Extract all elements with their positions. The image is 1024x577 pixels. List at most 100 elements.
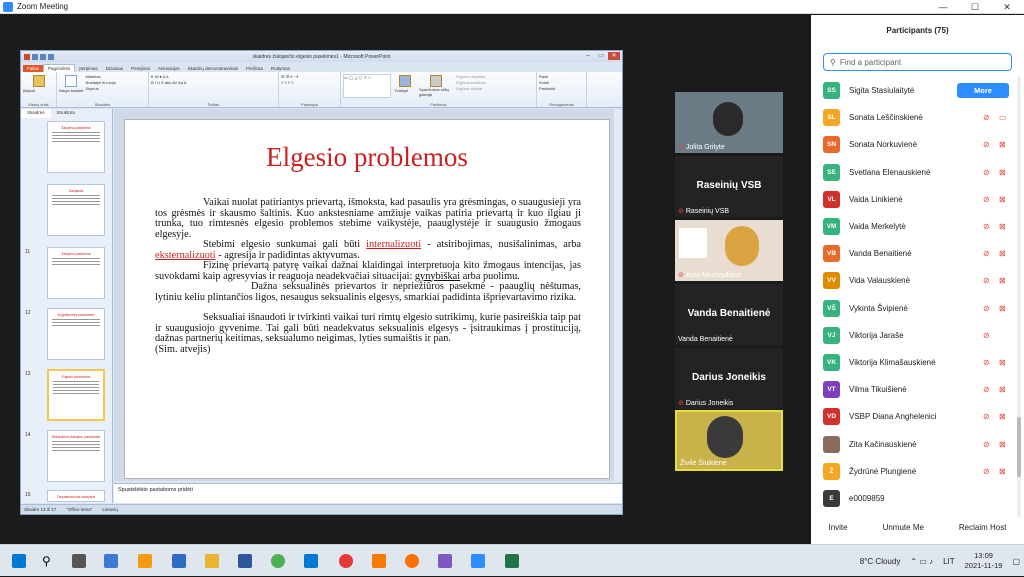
- participant-row[interactable]: VŠ Vykinta Švipienė ⊘ ⊠: [811, 295, 1016, 322]
- video-tile-active-speaker[interactable]: Živilė Šiuikienė: [675, 410, 783, 471]
- unmute-me-button[interactable]: Unmute Me: [883, 523, 924, 532]
- word-icon[interactable]: [172, 554, 186, 568]
- zoom-icon[interactable]: [471, 554, 485, 568]
- vlc-icon[interactable]: [138, 554, 152, 568]
- slide-thumbnail-selected[interactable]: Elgesio problemos: [47, 369, 105, 421]
- arrange-icon[interactable]: [399, 75, 411, 87]
- video-name: Jolita Grityte: [685, 143, 725, 151]
- slide-thumbnail[interactable]: Savijauta: [47, 184, 105, 236]
- ppt-close-button[interactable]: ✕: [608, 52, 620, 60]
- video-tile[interactable]: ⊘ Asta Montvydienė: [675, 220, 783, 281]
- video-tile[interactable]: Vanda Benaitienė Vanda Benaitienė: [675, 284, 783, 345]
- weather-widget[interactable]: 8°C Cloudy: [860, 557, 901, 566]
- new-slide-icon[interactable]: [65, 75, 78, 87]
- section-button[interactable]: Skyrius: [85, 86, 115, 92]
- tab-transitions[interactable]: Perėjimai: [127, 65, 154, 72]
- participant-row[interactable]: SE Svetlana Elenauskienė ⊘ ⊠: [811, 159, 1016, 186]
- participant-row[interactable]: SN Sonata Norkuvienė ⊘ ⊠: [811, 131, 1016, 158]
- word-doc-icon[interactable]: [238, 554, 252, 568]
- align-buttons[interactable]: ≡ ≡ ≡ ≡: [281, 80, 338, 86]
- paste-icon[interactable]: [32, 75, 45, 87]
- tab-review[interactable]: Peržiūra: [242, 65, 267, 72]
- quick-styles-icon[interactable]: [430, 75, 442, 87]
- close-button[interactable]: ✕: [994, 0, 1020, 14]
- file-explorer-icon[interactable]: [104, 554, 118, 568]
- participant-row[interactable]: SL Sonata Leščinskienė ⊘ ▭: [811, 104, 1016, 131]
- video-tile[interactable]: Darius Joneikis ⊘ Darius Joneikis: [675, 348, 783, 409]
- shape-effects-button[interactable]: Figūros efektai: [456, 86, 486, 92]
- app-icon[interactable]: [438, 554, 452, 568]
- mic-muted-icon: ⊘: [983, 412, 990, 422]
- arrange-button[interactable]: Tvarkyti: [394, 88, 416, 94]
- participant-row[interactable]: Ee0009859: [811, 485, 1016, 512]
- ppt-maximize-button[interactable]: ▭: [595, 52, 607, 60]
- new-slide-button[interactable]: Nauja skaidrė: [59, 88, 83, 94]
- participant-row[interactable]: Ž Žydrūnė Plungienė ⊘ ⊠: [811, 458, 1016, 485]
- participant-row[interactable]: VL Vaida Linikienė ⊘ ⊠: [811, 186, 1016, 213]
- task-view-icon[interactable]: [72, 554, 86, 568]
- video-off-icon: ⊠: [999, 412, 1006, 422]
- more-button[interactable]: More: [957, 83, 1009, 99]
- participant-row[interactable]: Zita Kačinauskienė ⊘ ⊠: [811, 430, 1016, 457]
- participant-row[interactable]: VT Vilma Tikuišienė ⊘ ⊠: [811, 376, 1016, 403]
- excel-icon[interactable]: [505, 554, 519, 568]
- app-icon[interactable]: [372, 554, 386, 568]
- tab-animations[interactable]: Animacijos: [154, 65, 184, 72]
- participant-row[interactable]: VV Vida Valauskienė ⊘ ⊠: [811, 267, 1016, 294]
- chrome-icon[interactable]: [271, 554, 285, 568]
- slide-thumbnail[interactable]: Žalojimo padariniai: [47, 247, 105, 299]
- participant-row[interactable]: VD VSBP Diana Anghelenici ⊘ ⊠: [811, 403, 1016, 430]
- paragraph-6: (Sim. atvejis): [155, 343, 211, 355]
- tray-icons[interactable]: ⌃ ▭ ♪: [910, 557, 933, 566]
- slide-thumbnail[interactable]: Žalojimų padariniai: [47, 121, 105, 173]
- slide-thumbnail[interactable]: Seksualinio žalojimo pasekmės: [47, 430, 105, 482]
- language-indicator[interactable]: LIT: [943, 557, 955, 566]
- tab-outline[interactable]: Struktūra: [51, 109, 81, 118]
- tab-view[interactable]: Rodymas: [267, 65, 294, 72]
- select-button[interactable]: Pasirinkti: [539, 86, 584, 92]
- video-tile[interactable]: ⊘ Jolita Grityte: [675, 92, 783, 153]
- minimize-button[interactable]: —: [930, 0, 956, 14]
- tab-insert[interactable]: Įterpimas: [75, 65, 102, 72]
- participant-name: Sonata Norkuvienė: [849, 140, 918, 150]
- font-format-buttons[interactable]: B I U S abc AV Aa A: [151, 80, 276, 86]
- tab-slides[interactable]: Skaidrės: [21, 109, 51, 118]
- ppt-minimize-button[interactable]: –: [582, 52, 594, 60]
- zoom-logo-icon: [3, 1, 13, 12]
- slide-thumbnail[interactable]: Tarpasmeniniai santykiai: [47, 490, 105, 502]
- tab-file[interactable]: Failas: [23, 65, 44, 72]
- clock[interactable]: 13:09 2021-11-19: [965, 551, 1003, 571]
- thumb-title: Elgesio problemos: [61, 375, 91, 379]
- tab-design[interactable]: Dizainas: [102, 65, 127, 72]
- quick-styles-button[interactable]: Sparčiosios stilių galerija: [419, 87, 453, 97]
- participant-row[interactable]: VK Viktorija Klimašauskienė ⊘ ⊠: [811, 349, 1016, 376]
- participant-row[interactable]: VB Vanda Benaitienė ⊘ ⊠: [811, 240, 1016, 267]
- firefox-icon[interactable]: [405, 554, 419, 568]
- participant-row[interactable]: VJ Viktorija Jaraše ⊘: [811, 322, 1016, 349]
- notes-pane[interactable]: Spustelėkite pastaboms pridėti: [114, 483, 622, 503]
- participant-row[interactable]: SS Sigita Stasiulaitytė More: [811, 77, 1016, 104]
- slide-scrollbar[interactable]: [614, 109, 622, 481]
- shapes-gallery[interactable]: ▭ ◯ △ ⬡ ↗ ☆: [343, 74, 391, 98]
- current-slide[interactable]: Elgesio problemos Vaikai nuolat patirian…: [124, 119, 610, 479]
- avatar: SS: [823, 82, 840, 100]
- outlook-icon[interactable]: [304, 554, 318, 568]
- slide-thumbnail[interactable]: Kognityvinės pasekmės: [47, 308, 105, 360]
- participants-scrollbar[interactable]: [1017, 77, 1021, 517]
- notifications-icon[interactable]: ▢: [1012, 557, 1020, 566]
- start-icon[interactable]: [12, 554, 26, 568]
- folder-icon[interactable]: [205, 554, 219, 568]
- maximize-button[interactable]: ☐: [962, 0, 988, 14]
- tab-home[interactable]: Pagrindinis: [43, 64, 76, 72]
- search-icon[interactable]: ⚲: [42, 554, 56, 568]
- video-tile[interactable]: Raseinių VSB ⊘ Raseinių VSB: [675, 156, 783, 217]
- slide-body: Vaikai nuolat patiriantys prievartą, išm…: [155, 197, 581, 355]
- participant-search-input[interactable]: ⚲ Find a participant: [823, 53, 1012, 71]
- reclaim-host-button[interactable]: Reclaim Host: [959, 523, 1007, 532]
- invite-button[interactable]: Invite: [828, 523, 847, 532]
- tab-slideshow[interactable]: Skaidrių demonstravimas: [184, 65, 243, 72]
- paste-button[interactable]: Įklijuoti: [23, 88, 54, 94]
- opera-icon[interactable]: [339, 554, 353, 568]
- participant-row[interactable]: VM Vaida Merkelytė ⊘ ⊠: [811, 213, 1016, 240]
- paragraph-2-a: Stebimi elgesio sunkumai gali būti: [203, 239, 361, 250]
